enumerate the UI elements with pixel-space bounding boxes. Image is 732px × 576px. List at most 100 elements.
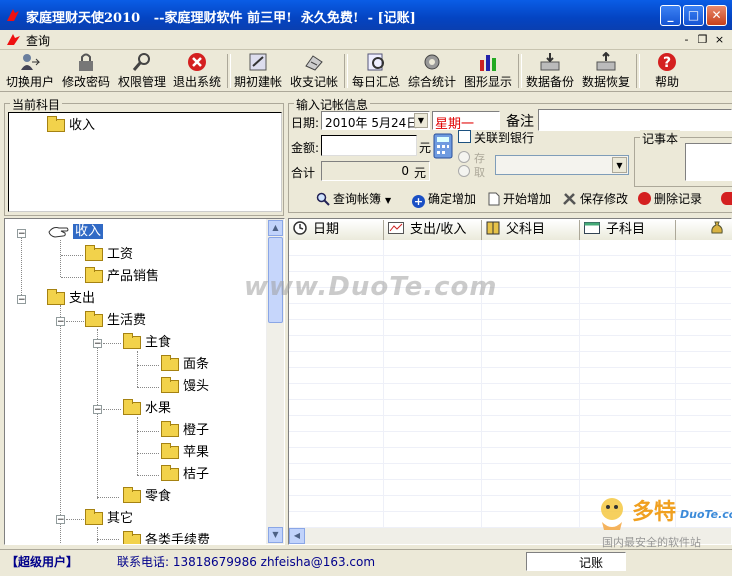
scroll-down-icon[interactable]: ▼ [268, 527, 283, 543]
amount-unit: 元 [419, 141, 432, 155]
new-document-icon [488, 192, 500, 206]
mascot-icon [601, 498, 623, 530]
statistics-button[interactable]: 综合统计 [406, 52, 458, 90]
change-password-button[interactable]: 修改密码 [60, 52, 112, 90]
collapse-icon[interactable]: − [56, 515, 65, 525]
tree-node-noodles[interactable]: 面条 [161, 355, 209, 375]
chevron-down-icon[interactable]: ▼ [612, 157, 627, 173]
amount-input[interactable] [321, 135, 417, 156]
bank-select[interactable]: ▼ [495, 155, 629, 175]
svg-text:?: ? [663, 55, 671, 71]
daily-summary-button[interactable]: 每日汇总 [350, 52, 402, 90]
maximize-button[interactable]: □ [683, 5, 704, 26]
exit-icon [188, 53, 206, 71]
help-icon: ? [658, 53, 676, 71]
bookkeeping-button[interactable]: 收支记帐 [288, 52, 340, 90]
tree-node-buns[interactable]: 馒头 [161, 377, 209, 397]
folder-icon [161, 421, 179, 437]
tree-node-staple[interactable]: 主食 [123, 333, 171, 353]
column-header-amount[interactable] [676, 220, 732, 240]
start-add-button[interactable]: 开始增加 [488, 189, 551, 209]
menu-query[interactable]: 查询 [26, 32, 50, 49]
tree-node-income[interactable]: 收入 [47, 222, 104, 242]
folder-icon [123, 487, 141, 503]
mdi-close-button[interactable]: × [713, 33, 726, 46]
note-input[interactable] [538, 109, 732, 131]
date-picker[interactable]: 2010年 5月24日 ▼ [321, 111, 430, 130]
tree-node-fees[interactable]: 各类手续费 [123, 531, 210, 544]
folder-icon [47, 289, 65, 305]
collapse-icon[interactable]: − [56, 317, 65, 327]
collapse-icon[interactable]: − [17, 229, 26, 239]
folder-icon [161, 443, 179, 459]
chart-display-button[interactable]: 图形显示 [462, 52, 514, 90]
withdraw-radio[interactable] [458, 165, 470, 177]
title-bar[interactable]: 家庭理财天使2010 --家庭理财软件 前三甲! 永久免费! - [记账] _ … [0, 0, 732, 30]
tree-node-orange[interactable]: 橙子 [161, 421, 209, 441]
column-header-date[interactable]: 日期 [289, 220, 384, 240]
save-changes-button[interactable]: 保存修改 [562, 189, 628, 209]
clock-icon [293, 221, 307, 235]
password-icon [79, 53, 93, 71]
confirm-add-button[interactable]: + 确定增加 [412, 189, 476, 209]
calculator-icon[interactable] [432, 133, 454, 159]
memo-title: 记事本 [640, 130, 681, 147]
exit-button[interactable]: 退出系统 [172, 52, 222, 90]
close-button[interactable]: ✕ [706, 5, 727, 26]
tree-node-salary[interactable]: 工资 [85, 245, 133, 265]
current-subject-item[interactable]: 收入 [47, 116, 95, 136]
folder-icon [85, 267, 103, 283]
permission-button[interactable]: 权限管理 [116, 52, 168, 90]
deposit-radio[interactable] [458, 151, 470, 163]
link-bank-label: 关联到银行 [474, 131, 535, 145]
folder-icon [85, 509, 103, 525]
restore-icon [596, 52, 616, 71]
amount-label: 金额: [291, 141, 320, 155]
scroll-up-icon[interactable]: ▲ [268, 220, 283, 236]
tree-node-other[interactable]: 其它 [85, 509, 133, 529]
folder-icon [85, 311, 103, 327]
link-bank-checkbox[interactable] [458, 130, 471, 143]
column-header-parent-subject[interactable]: 父科目 [482, 220, 580, 240]
subject-tree[interactable]: ▲ ▼ − 收入 工资 产品销售 − 支出 − 生活费 − 主食 面条 馒头 −… [4, 218, 285, 545]
statistics-icon [424, 54, 440, 70]
weekday-display: 星期一 [432, 111, 500, 132]
status-contact: 联系电话: 13818679986 zhfeisha@163.com [117, 555, 376, 569]
memo-textarea[interactable] [685, 143, 732, 181]
current-subject-list[interactable]: 收入 [8, 112, 282, 212]
child-window-icon [7, 34, 20, 45]
mdi-restore-button[interactable]: ❐ [696, 33, 709, 46]
opening-account-button[interactable]: 期初建帐 [232, 52, 284, 90]
query-book-button[interactable]: 查询帐簿 ▼ [316, 189, 391, 209]
mdi-minimize-button[interactable]: - [680, 33, 693, 46]
collapse-icon[interactable]: − [17, 295, 26, 305]
toolbar-separator [344, 54, 348, 88]
switch-user-button[interactable]: 切换用户 [4, 52, 56, 90]
search-icon [316, 192, 330, 206]
data-restore-button[interactable]: 数据恢复 [580, 52, 632, 90]
collapse-icon[interactable]: − [93, 405, 102, 415]
minimize-button[interactable]: _ [660, 5, 681, 26]
tree-node-sales[interactable]: 产品销售 [85, 267, 159, 287]
bookkeeping-icon [305, 55, 323, 71]
tree-node-expense[interactable]: 支出 [47, 289, 95, 309]
collapse-icon[interactable]: − [93, 339, 102, 349]
more-actions-icon[interactable] [721, 192, 732, 205]
watermark-logo-cn: 多特 [632, 499, 677, 525]
tree-scrollbar[interactable]: ▲ ▼ [266, 219, 284, 544]
delete-record-button[interactable]: 删除记录 [638, 189, 702, 209]
column-header-child-subject[interactable]: 子科目 [580, 220, 676, 240]
chevron-down-icon[interactable]: ▼ [414, 113, 428, 128]
tree-node-tangerine[interactable]: 桔子 [161, 465, 209, 485]
tree-node-apple[interactable]: 苹果 [161, 443, 209, 463]
tree-node-living[interactable]: 生活费 [85, 311, 146, 331]
data-backup-button[interactable]: 数据备份 [524, 52, 576, 90]
date-label: 日期: [291, 116, 320, 130]
menu-bar: 查询 - ❐ × [0, 30, 732, 50]
column-header-type[interactable]: 支出/收入 [384, 220, 482, 240]
scroll-left-icon[interactable]: ◀ [289, 528, 305, 544]
help-button[interactable]: ? 帮助 [646, 52, 688, 90]
tree-node-fruit[interactable]: 水果 [123, 399, 171, 419]
tree-node-snacks[interactable]: 零食 [123, 487, 171, 507]
toolbar-separator [227, 54, 231, 88]
